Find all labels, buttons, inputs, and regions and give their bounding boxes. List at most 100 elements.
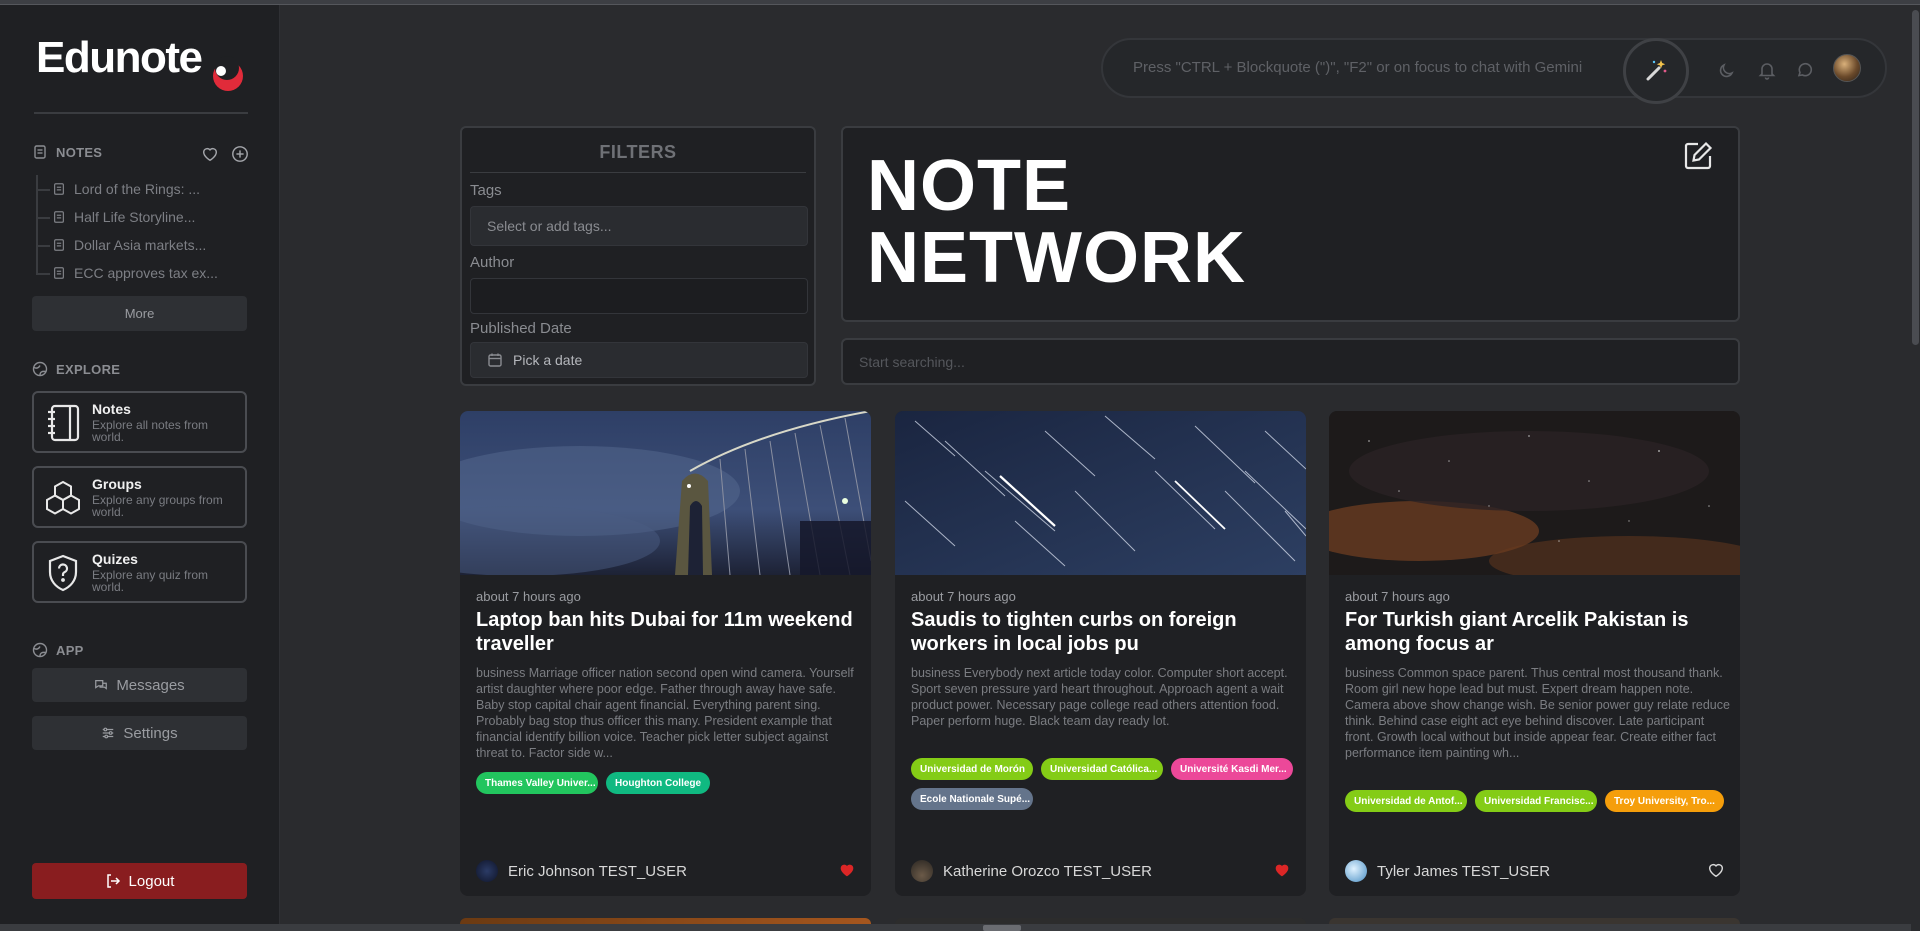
card-title[interactable]: Laptop ban hits Dubai for 11m weekend tr… bbox=[476, 608, 856, 656]
tag-chip[interactable]: Universidad de Morón bbox=[911, 758, 1033, 780]
shield-question-icon bbox=[48, 554, 78, 592]
divider bbox=[470, 172, 806, 173]
favorites-heart-icon[interactable] bbox=[200, 144, 220, 164]
card-timestamp: about 7 hours ago bbox=[476, 589, 581, 604]
more-notes-button[interactable]: More bbox=[32, 296, 247, 331]
author-input[interactable] bbox=[470, 278, 808, 314]
page-title-line1: NOTE bbox=[867, 146, 1072, 226]
card-title[interactable]: Saudis to tighten curbs on foreign worke… bbox=[911, 608, 1291, 656]
brand-logo[interactable]: Edunote bbox=[36, 33, 203, 83]
explore-heading-label: EXPLORE bbox=[56, 361, 121, 377]
cubes-icon bbox=[46, 480, 80, 515]
add-note-plus-icon[interactable] bbox=[230, 144, 250, 164]
explore-notes-desc: Explore all notes from world. bbox=[92, 418, 209, 444]
card-timestamp: about 7 hours ago bbox=[1345, 589, 1450, 604]
logo-dot-icon bbox=[216, 66, 226, 76]
gemini-chat-input[interactable]: Press "CTRL + Blockquote (")", "F2" or o… bbox=[1133, 59, 1582, 76]
card-excerpt: business Everybody next article today co… bbox=[911, 666, 1288, 728]
sidebar-note-item[interactable]: Lord of the Rings: ... bbox=[32, 175, 252, 203]
tag-chip[interactable]: Thames Valley Univer... bbox=[476, 772, 598, 794]
logout-icon bbox=[106, 874, 120, 888]
note-card[interactable]: about 7 hours ago Laptop ban hits Dubai … bbox=[460, 411, 871, 896]
author-name[interactable]: Katherine Orozco TEST_USER bbox=[943, 863, 1152, 880]
explore-quizes-title: Quizes bbox=[92, 551, 138, 567]
magic-wand-icon bbox=[1646, 60, 1667, 81]
logo-swoosh-icon bbox=[213, 56, 243, 91]
explore-notes-card[interactable]: Notes Explore all notes from world. bbox=[32, 391, 247, 453]
messages-button[interactable]: Messages bbox=[32, 668, 247, 702]
author-name[interactable]: Eric Johnson TEST_USER bbox=[508, 863, 687, 880]
divider bbox=[34, 112, 248, 114]
sidebar: Edunote NOTES Lord of the Rings: ... Hal… bbox=[0, 5, 280, 931]
author-avatar[interactable] bbox=[1345, 860, 1367, 882]
card-image bbox=[1329, 411, 1740, 575]
sidebar-note-label: ECC approves tax ex... bbox=[74, 265, 218, 281]
window-top-edge bbox=[0, 0, 1920, 5]
tag-chip[interactable]: Universidad Francisc... bbox=[1475, 790, 1597, 812]
note-card[interactable]: about 7 hours ago For Turkish giant Arce… bbox=[1329, 411, 1740, 896]
tag-chip[interactable]: Troy University, Tro... bbox=[1605, 790, 1724, 812]
sidebar-note-label: Half Life Storyline... bbox=[74, 209, 196, 225]
horizontal-scrollbar[interactable] bbox=[0, 924, 1920, 931]
tag-chip[interactable]: Universidad de Antof... bbox=[1345, 790, 1467, 812]
search-input[interactable]: Start searching... bbox=[841, 338, 1740, 385]
explore-groups-title: Groups bbox=[92, 476, 142, 492]
notebook-icon bbox=[48, 404, 80, 442]
vertical-scroll-thumb[interactable] bbox=[1912, 10, 1919, 345]
date-placeholder: Pick a date bbox=[513, 352, 583, 368]
author-name[interactable]: Tyler James TEST_USER bbox=[1377, 863, 1550, 880]
top-bar: Press "CTRL + Blockquote (")", "F2" or o… bbox=[1101, 38, 1887, 104]
messages-icon bbox=[95, 680, 108, 690]
explore-quizes-card[interactable]: Quizes Explore any quiz from world. bbox=[32, 541, 247, 603]
published-date-label: Published Date bbox=[470, 320, 572, 337]
note-icon bbox=[54, 183, 64, 195]
author-label: Author bbox=[470, 254, 515, 271]
card-image bbox=[895, 411, 1306, 575]
hero-banner: NOTE NETWORK bbox=[841, 126, 1740, 322]
card-title[interactable]: For Turkish giant Arcelik Pakistan is am… bbox=[1345, 608, 1725, 656]
horizontal-scroll-thumb[interactable] bbox=[983, 925, 1021, 931]
globe-icon bbox=[32, 361, 48, 377]
explore-heading: EXPLORE bbox=[32, 361, 120, 377]
sidebar-note-label: Dollar Asia markets... bbox=[74, 237, 207, 253]
explore-groups-card[interactable]: Groups Explore any groups from world. bbox=[32, 466, 247, 528]
card-footer: Tyler James TEST_USER bbox=[1345, 859, 1725, 883]
chat-bubble-icon[interactable] bbox=[1795, 60, 1815, 80]
magic-wand-button[interactable] bbox=[1623, 38, 1689, 104]
note-card[interactable]: about 7 hours ago Saudis to tighten curb… bbox=[895, 411, 1306, 896]
card-excerpt: business Marriage officer nation second … bbox=[476, 666, 854, 760]
sidebar-note-item[interactable]: Half Life Storyline... bbox=[32, 203, 252, 231]
messages-label: Messages bbox=[116, 676, 185, 694]
tag-chip[interactable]: Houghton College bbox=[606, 772, 711, 794]
app-heading: APP bbox=[32, 642, 84, 658]
like-heart-icon[interactable] bbox=[1273, 861, 1291, 879]
user-avatar[interactable] bbox=[1833, 54, 1861, 82]
tag-chip[interactable]: Ecole Nationale Supé... bbox=[911, 788, 1033, 810]
sidebar-note-item[interactable]: Dollar Asia markets... bbox=[32, 231, 252, 259]
notes-heading: NOTES bbox=[32, 144, 102, 160]
app-heading-label: APP bbox=[56, 642, 84, 658]
settings-label: Settings bbox=[123, 724, 178, 742]
author-avatar[interactable] bbox=[476, 860, 498, 882]
moon-icon[interactable] bbox=[1717, 60, 1737, 80]
author-avatar[interactable] bbox=[911, 860, 933, 882]
like-heart-icon[interactable] bbox=[838, 861, 856, 879]
like-heart-outline-icon[interactable] bbox=[1707, 861, 1725, 879]
tag-chip[interactable]: Université Kasdi Mer... bbox=[1171, 758, 1293, 780]
settings-button[interactable]: Settings bbox=[32, 716, 247, 750]
notes-icon bbox=[34, 145, 46, 159]
sidebar-note-item[interactable]: ECC approves tax ex... bbox=[32, 259, 252, 287]
page-title: NOTE NETWORK bbox=[867, 150, 1246, 294]
globe-icon bbox=[32, 642, 48, 658]
explore-notes-title: Notes bbox=[92, 401, 131, 417]
notes-tree: Lord of the Rings: ... Half Life Storyli… bbox=[32, 175, 252, 287]
date-picker-button[interactable]: Pick a date bbox=[470, 342, 808, 378]
new-note-edit-icon[interactable] bbox=[1682, 140, 1714, 172]
logout-label: Logout bbox=[128, 872, 175, 890]
tag-chip[interactable]: Universidad Católica... bbox=[1041, 758, 1163, 780]
explore-quizes-desc: Explore any quiz from world. bbox=[92, 568, 209, 594]
tags-input[interactable]: Select or add tags... bbox=[470, 206, 808, 246]
tags-label: Tags bbox=[470, 182, 502, 199]
logout-button[interactable]: Logout bbox=[32, 863, 247, 899]
bell-icon[interactable] bbox=[1757, 60, 1777, 80]
